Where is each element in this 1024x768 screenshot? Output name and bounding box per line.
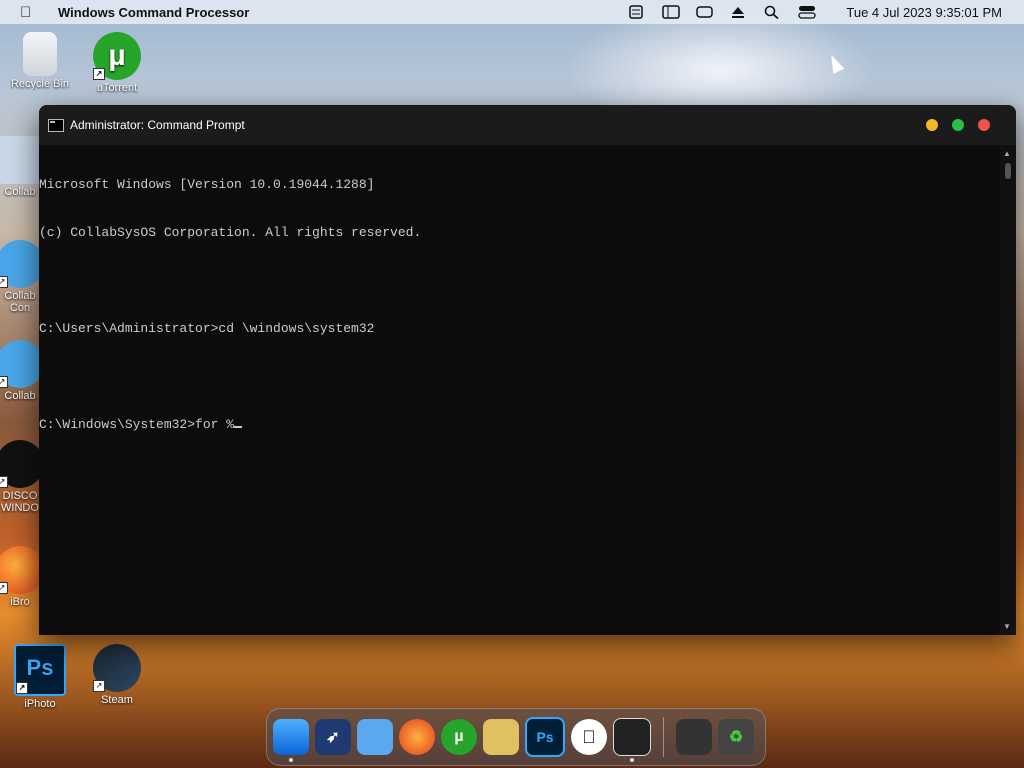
desktop-icon-recycle-bin[interactable]: Recycle Bin [0, 32, 80, 90]
folder-icon [0, 136, 44, 184]
dock: ➶ µ Ps  ♻ [266, 708, 766, 766]
text-cursor [234, 426, 243, 428]
apple-menu-icon[interactable]:  [20, 4, 40, 21]
desktop-icon-steam[interactable]: ↗ Steam [77, 644, 157, 706]
scroll-up-icon[interactable]: ▲ [1003, 149, 1011, 158]
close-button[interactable] [978, 119, 990, 131]
scroll-down-icon[interactable]: ▼ [1003, 622, 1011, 631]
search-icon[interactable] [764, 5, 782, 20]
window-controls [926, 119, 990, 131]
cmd-icon [48, 118, 64, 132]
menu-bar:  Windows Command Processor Tue 4 Jul 20… [0, 0, 1024, 24]
console-line: C:\Users\Administrator>cd \windows\syste… [39, 321, 375, 336]
maximize-button[interactable] [952, 119, 964, 131]
firefox-icon[interactable] [399, 719, 435, 755]
clock[interactable]: Tue 4 Jul 2023 9:35:01 PM [846, 5, 1002, 20]
firefox-icon: ↗ [0, 546, 44, 594]
battery-icon[interactable] [696, 5, 714, 19]
utorrent-icon: µ ↗ [93, 32, 141, 80]
console-output[interactable]: Microsoft Windows [Version 10.0.19044.12… [39, 145, 1000, 635]
steam-icon: ↗ [93, 644, 141, 692]
scroll-thumb[interactable] [1005, 163, 1011, 179]
desktop-icon-utorrent[interactable]: µ ↗ uTorrent [77, 32, 157, 94]
console-line: Microsoft Windows [Version 10.0.19044.12… [39, 177, 375, 192]
launchpad-icon[interactable]: ➶ [315, 719, 351, 755]
ie-icon: ↗ [0, 240, 44, 288]
downloads-stack-icon[interactable] [676, 719, 712, 755]
desktop-icon-label: Steam [101, 694, 133, 706]
eject-icon[interactable] [730, 5, 748, 19]
utorrent-icon[interactable]: µ [441, 719, 477, 755]
desktop-icon-label: Collab Con [4, 290, 36, 314]
dock-separator [663, 717, 664, 757]
photoshop-icon[interactable]: Ps [525, 717, 565, 757]
files-icon[interactable] [357, 719, 393, 755]
desktop-icon-label: Recycle Bin [10, 78, 70, 90]
app-name[interactable]: Windows Command Processor [58, 5, 249, 20]
cast-icon[interactable] [628, 5, 646, 19]
trash-icon[interactable]: ♻ [718, 719, 754, 755]
disco-icon: ↗ [0, 440, 44, 488]
mouse-pointer-icon [825, 52, 845, 74]
desktop-icon-label: DISCO WINDO [1, 490, 39, 514]
finder-icon[interactable] [273, 719, 309, 762]
console-line: (c) CollabSysOS Corporation. All rights … [39, 225, 422, 240]
window-title: Administrator: Command Prompt [70, 118, 245, 132]
vertical-scrollbar[interactable]: ▲ ▼ [1000, 145, 1016, 635]
console-prompt-line[interactable]: C:\Windows\System32>for % [39, 417, 1000, 433]
sidebar-icon[interactable] [662, 5, 681, 19]
desktop-icon-iphoto[interactable]: Ps ↗ iPhoto [0, 644, 80, 710]
apple-icon[interactable]:  [571, 719, 607, 755]
preview-icon[interactable] [483, 719, 519, 755]
minimize-button[interactable] [926, 119, 938, 131]
ie-icon: ↗ [0, 340, 44, 388]
terminal-icon[interactable] [613, 718, 651, 762]
window-titlebar[interactable]: Administrator: Command Prompt [39, 105, 1016, 145]
desktop-icon-label: iPhoto [24, 698, 56, 710]
desktop-icon-label: uTorrent [96, 82, 138, 94]
command-prompt-window[interactable]: Administrator: Command Prompt Microsoft … [39, 105, 1016, 635]
status-icons: Tue 4 Jul 2023 9:35:01 PM [628, 5, 1002, 20]
photoshop-icon: Ps ↗ [14, 644, 66, 696]
recycle-bin-icon [23, 32, 57, 76]
console-prompt[interactable]: C:\Windows\System32>for % [39, 417, 234, 432]
control-center-icon[interactable] [798, 5, 817, 19]
